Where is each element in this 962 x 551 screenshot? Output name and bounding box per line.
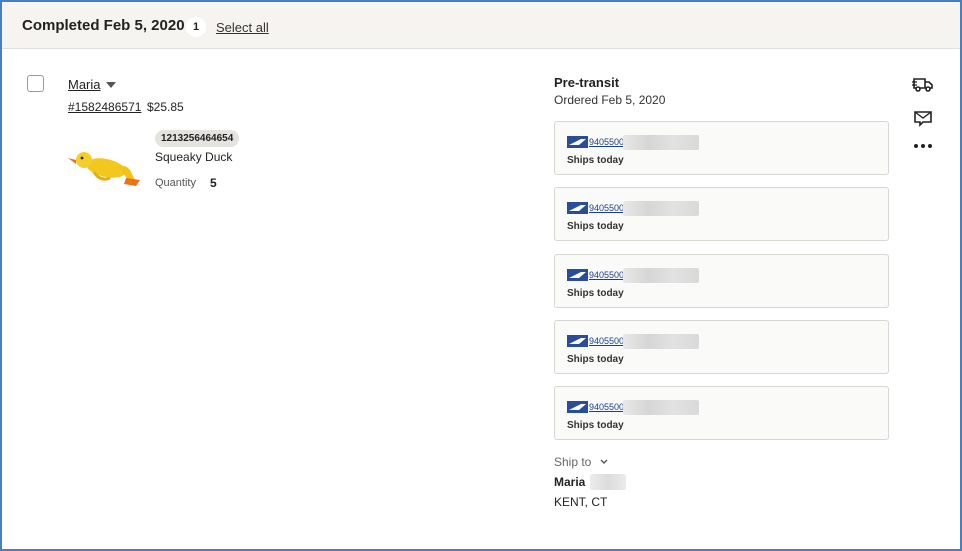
ship-to-toggle[interactable]: Ship to (554, 455, 591, 469)
redacted-tracking (623, 400, 699, 415)
shipping-label-card: 94055008 Ships today (554, 386, 889, 440)
quantity-value: 5 (210, 176, 217, 190)
shipping-label-card: 94055008 Ships today (554, 187, 889, 241)
order-total: $25.85 (147, 100, 184, 114)
ships-today-label: Ships today (567, 221, 624, 232)
usps-eagle-icon (567, 335, 588, 347)
truck-icon[interactable] (911, 74, 935, 94)
ships-today-label: Ships today (567, 155, 624, 166)
shipping-label-card: 94055008 Ships today (554, 121, 889, 175)
recipient-name: Maria (554, 475, 586, 489)
usps-eagle-icon (567, 401, 588, 413)
ordered-date: Ordered Feb 5, 2020 (554, 93, 666, 107)
recipient-city: KENT, CT (554, 495, 608, 509)
select-all-link[interactable]: Select all (216, 20, 269, 35)
more-icon[interactable] (911, 136, 935, 156)
order-number-link[interactable]: #1582486571 (68, 100, 141, 114)
shipping-label-card: 94055008 Ships today (554, 254, 889, 308)
redacted-tracking (623, 268, 699, 283)
group-title: Completed Feb 5, 2020 (22, 17, 185, 34)
shipping-label-card: 94055008 Ships today (554, 320, 889, 374)
redacted-tracking (623, 135, 699, 150)
buyer-name-link[interactable]: Maria (68, 77, 101, 92)
product-thumbnail (68, 152, 140, 186)
count-badge: 1 (186, 17, 206, 37)
sku-badge: 1213256464654 (155, 130, 240, 147)
redacted-name (590, 474, 626, 490)
usps-eagle-icon (567, 269, 588, 281)
ships-today-label: Ships today (567, 354, 624, 365)
item-title: Squeaky Duck (155, 150, 233, 164)
usps-eagle-icon (567, 136, 588, 148)
mail-icon[interactable] (911, 108, 935, 128)
caret-down-icon[interactable] (106, 82, 116, 88)
ships-today-label: Ships today (567, 288, 624, 299)
redacted-tracking (623, 201, 699, 216)
usps-eagle-icon (567, 202, 588, 214)
ships-today-label: Ships today (567, 420, 624, 431)
group-header: Completed Feb 5, 2020 1 Select all (2, 2, 960, 49)
shipment-status: Pre-transit (554, 75, 620, 90)
quantity-label: Quantity (155, 177, 196, 189)
redacted-tracking (623, 334, 699, 349)
chevron-down-icon[interactable] (599, 457, 609, 467)
order-checkbox[interactable] (27, 75, 44, 92)
